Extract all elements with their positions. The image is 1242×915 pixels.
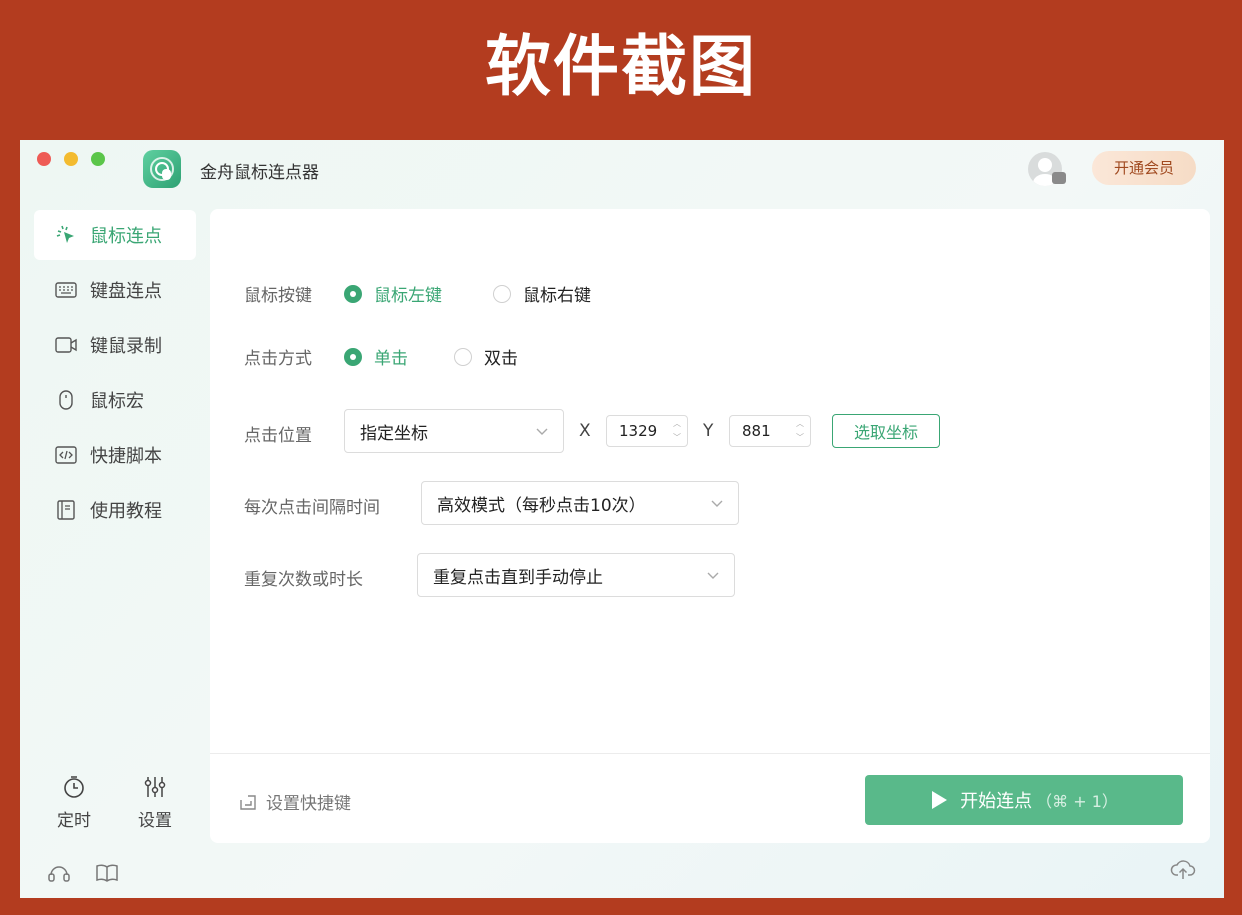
code-icon (54, 443, 78, 467)
mouse-click-icon (54, 223, 78, 247)
radio-label: 鼠标左键 (374, 286, 442, 306)
click-type-label: 点击方式 (244, 349, 312, 369)
banner-title: 软件截图 (485, 28, 757, 105)
hotkey-label: 设置快捷键 (266, 794, 351, 814)
settings-button[interactable]: 设置 (125, 774, 185, 831)
repeat-value: 重复点击直到手动停止 (433, 567, 603, 588)
settings-label: 设置 (138, 811, 172, 831)
set-hotkey-button[interactable]: 设置快捷键 (238, 789, 351, 814)
interval-select[interactable]: 高效模式（每秒点击10次） (421, 481, 739, 525)
position-mode-select[interactable]: 指定坐标 (344, 409, 564, 453)
position-label: 点击位置 (244, 426, 312, 446)
keyboard-icon (54, 278, 78, 302)
timer-label: 定时 (57, 811, 91, 831)
app-window: 金舟鼠标连点器 开通会员 鼠标连点 键盘连点 键鼠录制 鼠标宏 快捷脚本 使用教… (20, 140, 1224, 898)
sidebar-item-label: 快捷脚本 (90, 446, 162, 467)
radio-label: 单击 (374, 349, 408, 369)
position-mode-value: 指定坐标 (360, 423, 428, 444)
sidebar-item-label: 使用教程 (90, 501, 162, 522)
x-label: X (579, 421, 591, 441)
start-click-button[interactable]: 开始连点 （⌘ + 1） (865, 775, 1183, 825)
divider (210, 753, 1210, 754)
chevron-down-icon (536, 428, 548, 435)
chevron-down-icon (707, 572, 719, 579)
open-book-icon[interactable] (94, 860, 120, 886)
chevron-down-icon (711, 500, 723, 507)
sidebar-item-mouse-macro[interactable]: 鼠标宏 (34, 375, 196, 425)
radio-label: 鼠标右键 (523, 286, 591, 306)
mouse-button-label: 鼠标按键 (244, 286, 312, 306)
radio-double-click[interactable]: 双击 (454, 344, 518, 369)
radio-right-button[interactable]: 鼠标右键 (493, 281, 591, 306)
radio-dot (493, 284, 511, 303)
y-label: Y (703, 421, 714, 441)
lock-badge-icon (1052, 172, 1066, 184)
timer-icon (61, 774, 87, 800)
hotkey-icon (238, 792, 258, 812)
minimize-window-button[interactable] (64, 152, 78, 166)
x-value: 1329 (619, 422, 658, 440)
sidebar-item-record[interactable]: 键鼠录制 (34, 320, 196, 370)
video-record-icon (54, 333, 78, 357)
sidebar-item-label: 键鼠录制 (90, 336, 162, 357)
cloud-upload-icon[interactable] (1170, 856, 1196, 882)
interval-value: 高效模式（每秒点击10次） (437, 495, 646, 516)
start-label: 开始连点 (960, 791, 1033, 812)
headset-icon[interactable] (46, 860, 72, 886)
timer-button[interactable]: 定时 (44, 774, 104, 831)
sidebar-item-keyboard-click[interactable]: 键盘连点 (34, 265, 196, 315)
app-logo-icon (143, 150, 181, 188)
radio-dot (344, 347, 362, 366)
repeat-select[interactable]: 重复点击直到手动停止 (417, 553, 735, 597)
mouse-icon (54, 388, 78, 412)
app-title: 金舟鼠标连点器 (200, 163, 319, 183)
radio-single-click[interactable]: 单击 (344, 344, 408, 369)
sidebar-item-tutorial[interactable]: 使用教程 (34, 485, 196, 535)
stepper-icon[interactable]: ︿ ﹀ (672, 419, 682, 443)
maximize-window-button[interactable] (91, 152, 105, 166)
stepper-icon[interactable]: ︿ ﹀ (795, 419, 805, 443)
sidebar-item-mouse-click[interactable]: 鼠标连点 (34, 210, 196, 260)
radio-dot (344, 284, 362, 303)
book-icon (54, 498, 78, 522)
y-value: 881 (742, 422, 771, 440)
sidebar-item-script[interactable]: 快捷脚本 (34, 430, 196, 480)
sidebar-item-label: 鼠标连点 (90, 226, 162, 247)
vip-button[interactable]: 开通会员 (1092, 151, 1196, 185)
sidebar-item-label: 键盘连点 (90, 281, 162, 302)
play-icon (932, 791, 948, 809)
close-window-button[interactable] (37, 152, 51, 166)
x-coordinate-input[interactable]: 1329 ︿ ﹀ (606, 415, 688, 447)
radio-label: 双击 (484, 349, 518, 369)
radio-left-button[interactable]: 鼠标左键 (344, 281, 442, 306)
pick-coordinate-button[interactable]: 选取坐标 (832, 414, 940, 448)
sidebar-item-label: 鼠标宏 (90, 391, 144, 412)
repeat-label: 重复次数或时长 (244, 570, 363, 590)
start-shortcut-hint: （⌘ + 1） (1036, 792, 1118, 811)
radio-dot (454, 347, 472, 366)
y-coordinate-input[interactable]: 881 ︿ ﹀ (729, 415, 811, 447)
main-panel: 鼠标按键 鼠标左键 鼠标右键 点击方式 单击 双击 点击位置 指定坐标 X 13… (210, 209, 1210, 843)
sliders-icon (142, 774, 168, 800)
interval-label: 每次点击间隔时间 (244, 498, 380, 518)
